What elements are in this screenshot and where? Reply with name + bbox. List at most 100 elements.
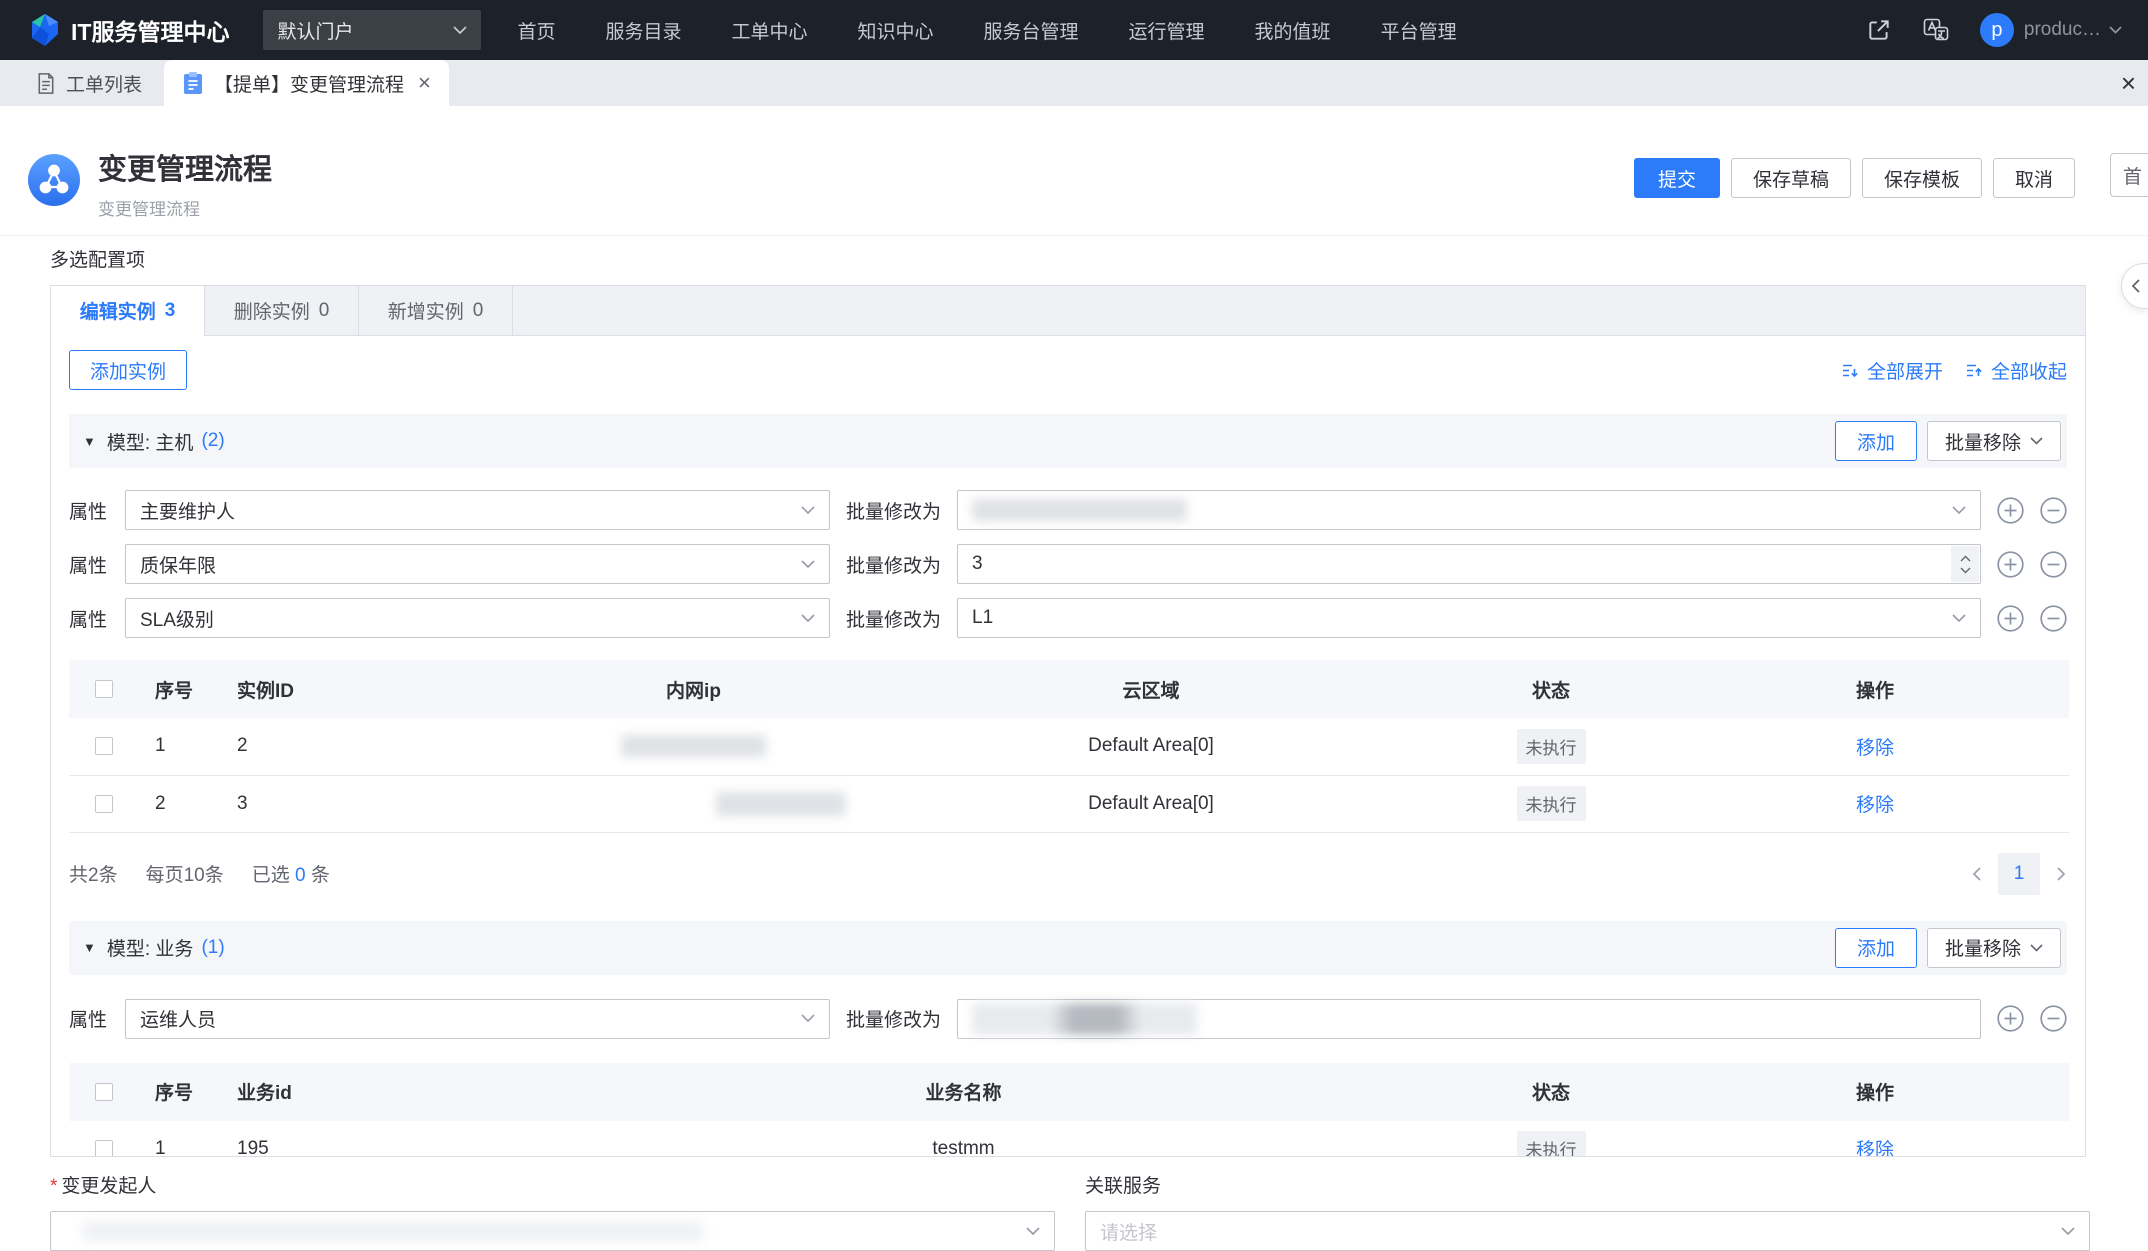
model-section-business-header[interactable]: ▼ 模型: 业务 (1) 添加 批量移除 bbox=[69, 921, 2067, 975]
number-stepper[interactable] bbox=[1951, 546, 1979, 582]
next-page-icon[interactable] bbox=[2056, 866, 2067, 882]
attr-name-select[interactable]: 主要维护人 bbox=[125, 490, 830, 530]
tab-add-instance-count: 0 bbox=[473, 300, 484, 322]
row-checkbox[interactable] bbox=[95, 795, 113, 813]
save-draft-button[interactable]: 保存草稿 bbox=[1731, 158, 1851, 198]
step-up-icon[interactable] bbox=[1960, 555, 1971, 562]
translate-icon[interactable] bbox=[1922, 17, 1950, 43]
tab-edit-instance-count: 3 bbox=[165, 300, 176, 322]
user-avatar[interactable]: p bbox=[1980, 13, 2014, 47]
page-content: 多选配置项 编辑实例 3 删除实例 0 新增实例 0 添加实例 bbox=[0, 236, 2148, 1251]
nav-item-operation-mgmt[interactable]: 运行管理 bbox=[1129, 17, 1205, 44]
attr-label: 属性 bbox=[69, 497, 109, 524]
select-all-checkbox[interactable] bbox=[95, 680, 113, 698]
attribute-row: 属性 SLA级别 批量修改为 L1 bbox=[69, 598, 2067, 638]
collapse-all-link[interactable]: 全部收起 bbox=[1965, 357, 2067, 384]
col-internal-ip: 内网ip bbox=[506, 660, 881, 718]
modify-label: 批量修改为 bbox=[846, 1005, 941, 1032]
related-service-select[interactable]: 请选择 bbox=[1085, 1211, 2090, 1251]
remove-attribute-icon[interactable] bbox=[2040, 605, 2067, 632]
multi-config-card: 编辑实例 3 删除实例 0 新增实例 0 添加实例 bbox=[50, 285, 2086, 1157]
attr-name-select[interactable]: 运维人员 bbox=[125, 999, 830, 1039]
remove-link[interactable]: 移除 bbox=[1856, 795, 1894, 816]
business-add-button[interactable]: 添加 bbox=[1835, 928, 1917, 968]
redacted-ip bbox=[621, 735, 766, 757]
attribute-row: 属性 质保年限 批量修改为 3 bbox=[69, 544, 2067, 584]
related-service-label: 关联服务 bbox=[1085, 1177, 2090, 1197]
model-section-host-header[interactable]: ▼ 模型: 主机 (2) 添加 批量移除 bbox=[69, 414, 2067, 468]
add-attribute-icon[interactable] bbox=[1997, 551, 2024, 578]
attr-name-select[interactable]: SLA级别 bbox=[125, 598, 830, 638]
attr-value-number-input[interactable]: 3 bbox=[957, 544, 1981, 584]
table-row: 1 2 Default Area[0] 未执行 移除 bbox=[69, 718, 2069, 775]
tab-edit-instance[interactable]: 编辑实例 3 bbox=[51, 286, 205, 335]
caret-down-icon[interactable]: ▼ bbox=[83, 434, 96, 449]
tab-change-process[interactable]: 【提单】变更管理流程 × bbox=[164, 60, 449, 106]
host-batch-remove-button[interactable]: 批量移除 bbox=[1927, 421, 2061, 461]
remove-link[interactable]: 移除 bbox=[1856, 1140, 1894, 1157]
add-attribute-icon[interactable] bbox=[1997, 497, 2024, 524]
per-page[interactable]: 每页10条 bbox=[146, 860, 224, 887]
row-checkbox[interactable] bbox=[95, 737, 113, 755]
row-checkbox[interactable] bbox=[95, 1140, 113, 1157]
host-add-button[interactable]: 添加 bbox=[1835, 421, 1917, 461]
attr-value-select[interactable] bbox=[957, 999, 1981, 1039]
select-all-checkbox[interactable] bbox=[95, 1083, 113, 1101]
remove-attribute-icon[interactable] bbox=[2040, 497, 2067, 524]
nav-item-service-catalog[interactable]: 服务目录 bbox=[605, 17, 681, 44]
field-related-service: 关联服务 请选择 bbox=[1085, 1177, 2090, 1251]
remove-attribute-icon[interactable] bbox=[2040, 551, 2067, 578]
attr-value-select[interactable]: L1 bbox=[957, 598, 1981, 638]
save-template-button[interactable]: 保存模板 bbox=[1862, 158, 1982, 198]
navbar-right: p produc… bbox=[1836, 13, 2122, 47]
chevron-down-icon bbox=[2061, 1227, 2075, 1236]
tab-close-icon[interactable]: × bbox=[418, 72, 431, 94]
caret-down-icon[interactable]: ▼ bbox=[83, 940, 96, 955]
redacted-value bbox=[83, 1222, 703, 1240]
step-down-icon[interactable] bbox=[1960, 567, 1971, 574]
field-change-initiator: 变更发起人 bbox=[50, 1177, 1055, 1251]
attr-name-select[interactable]: 质保年限 bbox=[125, 544, 830, 584]
tab-worklist[interactable]: 工单列表 bbox=[14, 60, 164, 106]
portal-select-value: 默认门户 bbox=[277, 17, 353, 44]
top-navbar: IT服务管理中心 默认门户 首页 服务目录 工单中心 知识中心 服务台管理 运行… bbox=[0, 0, 2148, 60]
cancel-button[interactable]: 取消 bbox=[1993, 158, 2075, 198]
attr-value: L1 bbox=[972, 607, 993, 629]
floating-partial-button[interactable]: 首 bbox=[2110, 153, 2148, 197]
attr-label: 属性 bbox=[69, 1005, 109, 1032]
add-instance-button[interactable]: 添加实例 bbox=[69, 350, 187, 390]
tab-add-instance[interactable]: 新增实例 0 bbox=[359, 286, 513, 335]
col-status: 状态 bbox=[1421, 1063, 1681, 1121]
nav-item-ticket-center[interactable]: 工单中心 bbox=[731, 17, 807, 44]
cell-cloud-area: Default Area[0] bbox=[881, 718, 1421, 775]
cell-instance-id: 3 bbox=[221, 775, 506, 832]
submit-button[interactable]: 提交 bbox=[1634, 158, 1720, 198]
external-link-icon[interactable] bbox=[1866, 17, 1892, 43]
page-number[interactable]: 1 bbox=[1998, 853, 2040, 895]
nav-item-platform-mgmt[interactable]: 平台管理 bbox=[1381, 17, 1457, 44]
nav-item-servicedesk-mgmt[interactable]: 服务台管理 bbox=[984, 17, 1079, 44]
app-title: IT服务管理中心 bbox=[71, 13, 229, 47]
tab-add-instance-label: 新增实例 bbox=[388, 297, 464, 324]
add-attribute-icon[interactable] bbox=[1997, 605, 2024, 632]
attr-value-select[interactable] bbox=[957, 490, 1981, 530]
business-table: 序号 业务id 业务名称 状态 操作 1 195 testmm 未执行 移除 bbox=[69, 1063, 2069, 1158]
business-batch-remove-button[interactable]: 批量移除 bbox=[1927, 928, 2061, 968]
nav-item-home[interactable]: 首页 bbox=[517, 17, 555, 44]
model-host-actions: 添加 批量移除 bbox=[1835, 421, 2061, 461]
change-initiator-select[interactable] bbox=[50, 1211, 1055, 1251]
portal-select[interactable]: 默认门户 bbox=[263, 10, 481, 50]
close-all-tabs-icon[interactable]: × bbox=[2121, 60, 2136, 106]
collapse-all-label: 全部收起 bbox=[1991, 357, 2067, 384]
nav-item-my-duty[interactable]: 我的值班 bbox=[1255, 17, 1331, 44]
remove-link[interactable]: 移除 bbox=[1856, 738, 1894, 759]
prev-page-icon[interactable] bbox=[1971, 866, 1982, 882]
nav-item-knowledge-center[interactable]: 知识中心 bbox=[858, 17, 934, 44]
add-attribute-icon[interactable] bbox=[1997, 1005, 2024, 1032]
remove-attribute-icon[interactable] bbox=[2040, 1005, 2067, 1032]
expand-all-link[interactable]: 全部展开 bbox=[1841, 357, 1943, 384]
user-menu-chevron-icon[interactable] bbox=[2109, 26, 2122, 34]
host-attribute-rows: 属性 主要维护人 批量修改为 bbox=[69, 490, 2067, 638]
selected-unit: 条 bbox=[311, 865, 330, 886]
tab-delete-instance[interactable]: 删除实例 0 bbox=[205, 286, 359, 335]
